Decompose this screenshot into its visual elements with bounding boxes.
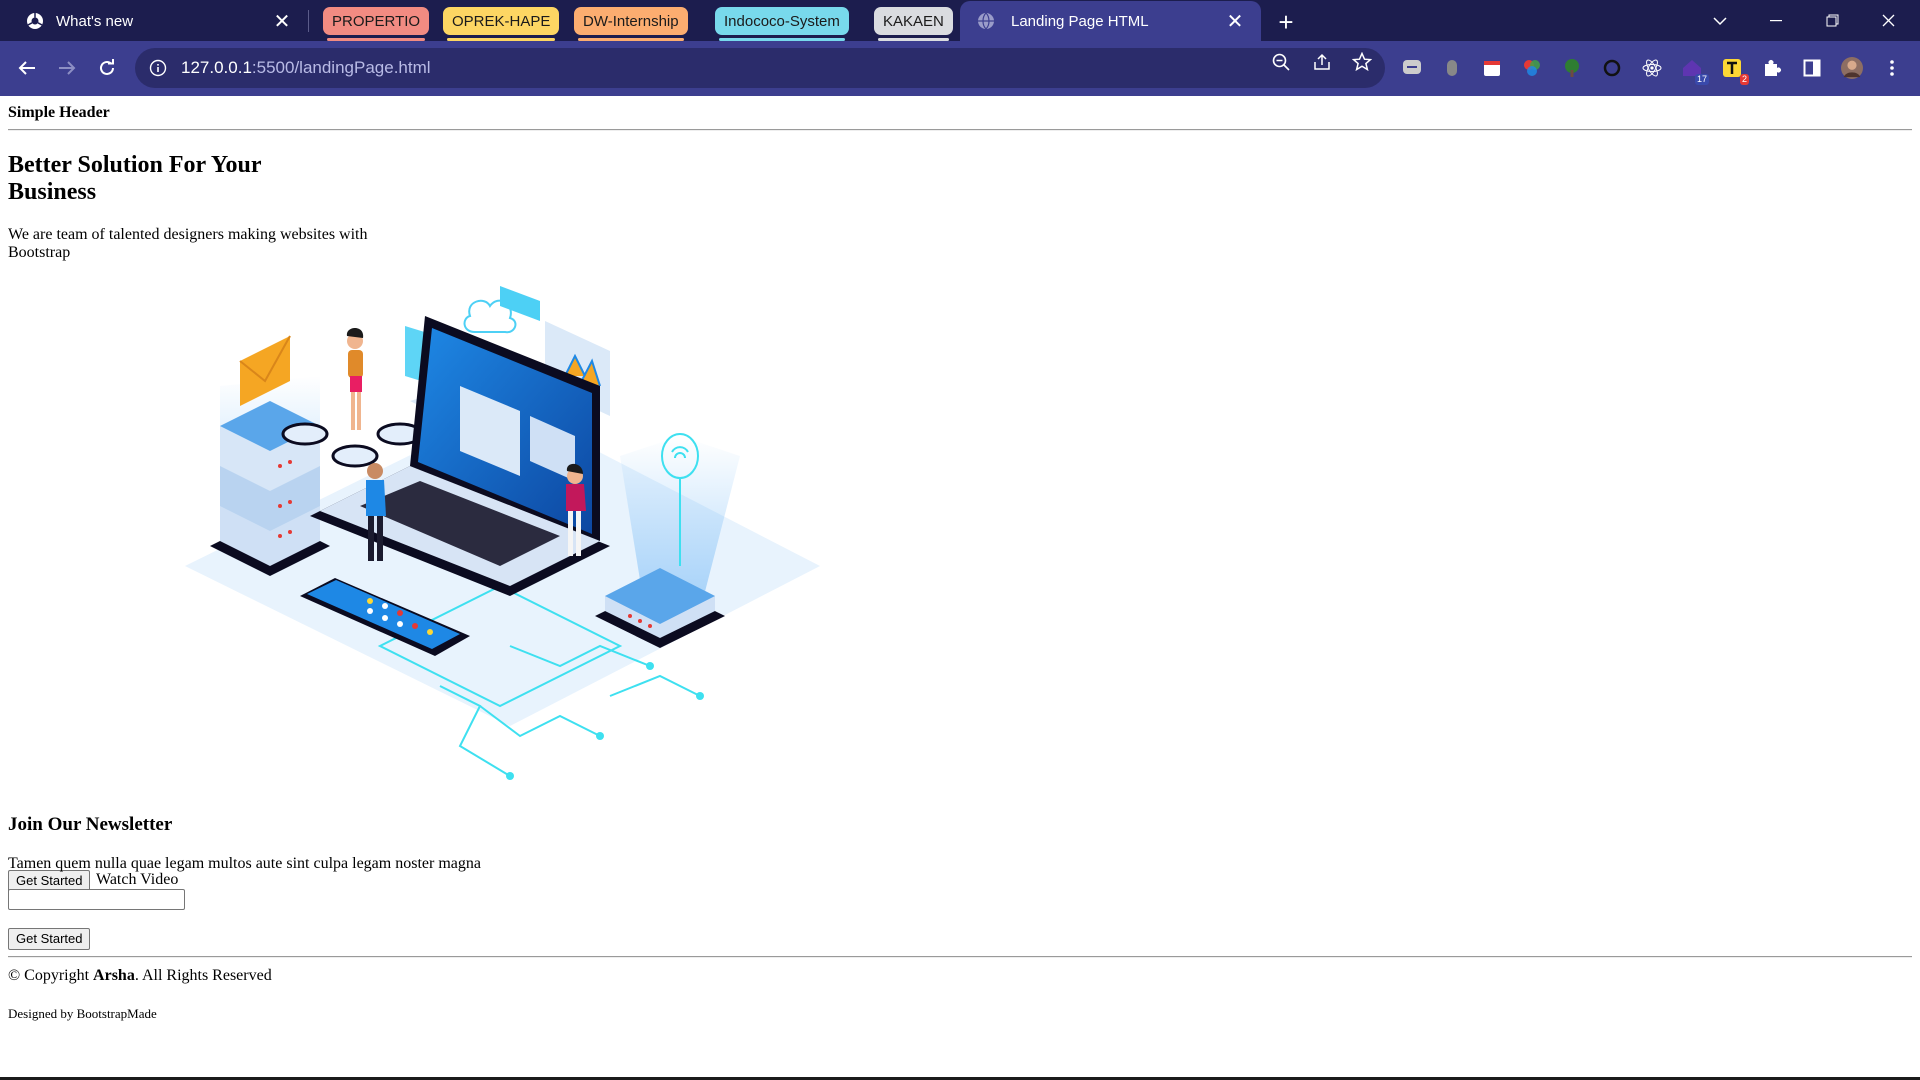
tab-title: What's new [56, 12, 134, 30]
restore-button[interactable] [1804, 0, 1860, 41]
puzzle-extensions-icon[interactable] [1761, 57, 1783, 79]
tab-group-indococo-system[interactable]: Indococo-System [715, 7, 849, 41]
t-extension-icon[interactable]: 2 [1721, 57, 1749, 85]
calendar-extension-icon[interactable] [1481, 57, 1503, 79]
reload-button[interactable] [89, 50, 125, 86]
globe-icon [978, 12, 994, 30]
designed-by-text: Designed by BootstrapMade [8, 1006, 157, 1021]
hero-subtitle: We are team of talented designers making… [8, 226, 368, 261]
close-tab-icon[interactable]: ✕ [268, 7, 296, 35]
mouse-extension-icon[interactable] [1441, 57, 1463, 79]
address-bar[interactable]: 127.0.0.1:5500/landingPage.html [135, 48, 1385, 88]
newsletter-text: Tamen quem nulla quae legam multos aute … [8, 855, 481, 872]
tree-extension-icon[interactable] [1561, 57, 1583, 79]
tab-search-chevron-icon[interactable] [1692, 0, 1748, 41]
extension-badge: 2 [1739, 74, 1749, 85]
tab-title: Landing Page HTML [1011, 12, 1149, 30]
newsletter-title: Join Our Newsletter [8, 814, 173, 835]
tab-group-label: DW-Internship [583, 12, 679, 30]
tab-group-label: Indococo-System [724, 12, 840, 30]
tab-group-label: OPREK-HAPE [452, 12, 551, 30]
tab-whats-new[interactable]: What's new ✕ [8, 4, 308, 38]
header-divider [8, 129, 1912, 131]
copyright-prefix: © Copyright [8, 967, 94, 984]
tab-group-label: PROPERTIO [332, 12, 421, 30]
newsletter-email-input[interactable] [8, 889, 185, 910]
url-host: 127.0.0.1 [181, 58, 252, 77]
react-devtools-icon[interactable] [1641, 57, 1663, 79]
back-button[interactable] [9, 50, 45, 86]
bookmark-star-icon[interactable] [1351, 51, 1373, 73]
house-extension-icon[interactable]: 17 [1681, 57, 1709, 85]
minimize-button[interactable] [1748, 0, 1804, 41]
chrome-icon [27, 13, 43, 29]
share-icon[interactable] [1311, 51, 1333, 73]
page-header: Simple Header [8, 104, 110, 121]
chat-extension-icon[interactable] [1401, 57, 1423, 79]
close-window-button[interactable] [1860, 0, 1916, 41]
footer-divider [8, 956, 1912, 958]
copyright-suffix: . All Rights Reserved [134, 967, 272, 984]
tab-group-kakaen[interactable]: KAKAEN [874, 7, 953, 41]
forward-button[interactable] [49, 50, 85, 86]
newsletter-submit-button[interactable]: Get Started [8, 928, 91, 950]
watch-video-link[interactable]: Watch Video [96, 871, 178, 889]
side-panel-icon[interactable] [1801, 57, 1823, 79]
brand-name: Arsha [93, 967, 135, 984]
tab-separator [308, 10, 309, 32]
hero-title: Better Solution For Your Business [8, 152, 262, 205]
landing-page: Simple Header Better Solution For Your B… [0, 96, 1920, 1078]
tab-strip: What's new ✕ PROPERTIO OPREK-HAPE DW-Int… [0, 0, 1920, 41]
profile-avatar[interactable] [1841, 57, 1863, 79]
close-tab-icon[interactable]: ✕ [1221, 7, 1249, 35]
hero-illustration [185, 286, 820, 780]
extension-badge: 17 [1694, 74, 1709, 85]
tab-group-propertio[interactable]: PROPERTIO [323, 7, 430, 41]
copyright-text: © Copyright Arsha. All Rights Reserved [8, 967, 272, 985]
browser-toolbar: 127.0.0.1:5500/landingPage.html 17 2 [0, 41, 1920, 96]
tab-group-oprek-hape[interactable]: OPREK-HAPE [443, 7, 560, 41]
color-picker-extension-icon[interactable] [1521, 57, 1543, 79]
tab-group-dw-internship[interactable]: DW-Internship [574, 7, 688, 41]
sync-extension-icon[interactable] [1601, 57, 1623, 79]
zoom-icon[interactable] [1270, 51, 1292, 73]
site-info-icon[interactable] [149, 59, 167, 77]
url-path: :5500/landingPage.html [251, 58, 431, 77]
more-menu-icon[interactable] [1881, 57, 1903, 79]
tab-group-label: KAKAEN [883, 12, 944, 30]
tab-landing-page[interactable]: Landing Page HTML ✕ [960, 1, 1261, 41]
new-tab-button[interactable]: + [1270, 6, 1302, 38]
